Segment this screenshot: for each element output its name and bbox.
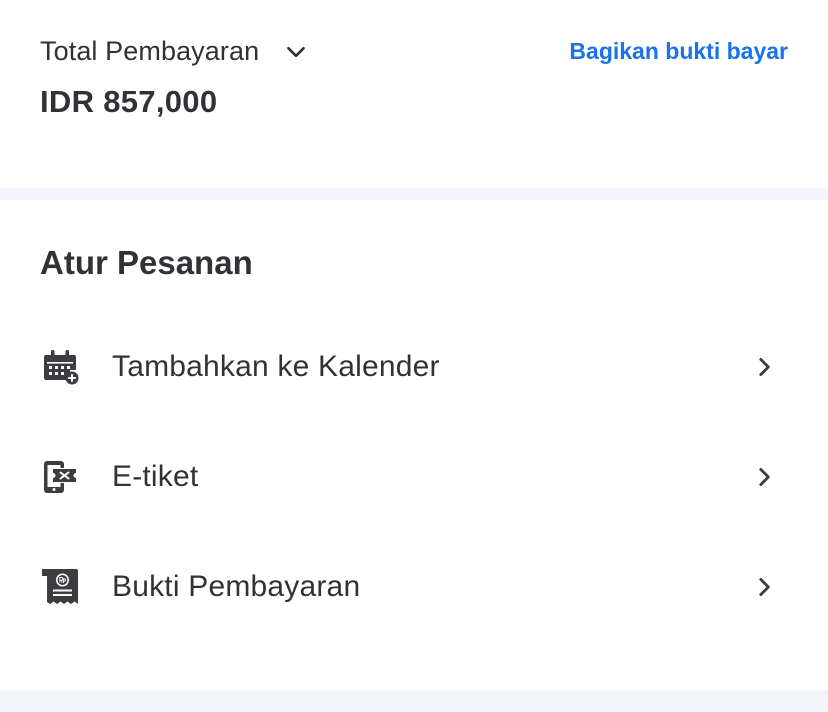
menu-item-label: Tambahkan ke Kalender: [112, 350, 440, 383]
menu-item-add-to-calendar[interactable]: Tambahkan ke Kalender: [0, 322, 828, 412]
calendar-add-icon: [40, 347, 80, 387]
manage-order-section: Atur Pesanan Tambahkan ke Kalender E-tik…: [0, 200, 828, 690]
menu-item-payment-proof[interactable]: Bukti Pembayaran: [0, 542, 828, 632]
total-payment-amount: IDR 857,000: [40, 84, 218, 119]
menu-item-label: Bukti Pembayaran: [112, 570, 361, 603]
share-payment-proof-link[interactable]: Bagikan bukti bayar: [569, 38, 788, 65]
receipt-icon: [40, 567, 80, 607]
section-title: Atur Pesanan: [40, 244, 253, 281]
section-divider: [0, 690, 828, 712]
menu-item-e-ticket[interactable]: E-tiket: [0, 432, 828, 522]
total-payment-toggle[interactable]: Total Pembayaran: [40, 36, 309, 67]
section-divider: [0, 188, 828, 200]
menu-item-label: E-tiket: [112, 460, 199, 493]
chevron-down-icon[interactable]: [283, 39, 309, 65]
chevron-right-icon: [750, 573, 778, 601]
payment-summary-section: Total Pembayaran IDR 857,000 Bagikan buk…: [0, 0, 828, 188]
chevron-right-icon: [750, 463, 778, 491]
chevron-right-icon: [750, 353, 778, 381]
total-payment-label: Total Pembayaran: [40, 36, 260, 66]
phone-ticket-icon: [40, 457, 80, 497]
